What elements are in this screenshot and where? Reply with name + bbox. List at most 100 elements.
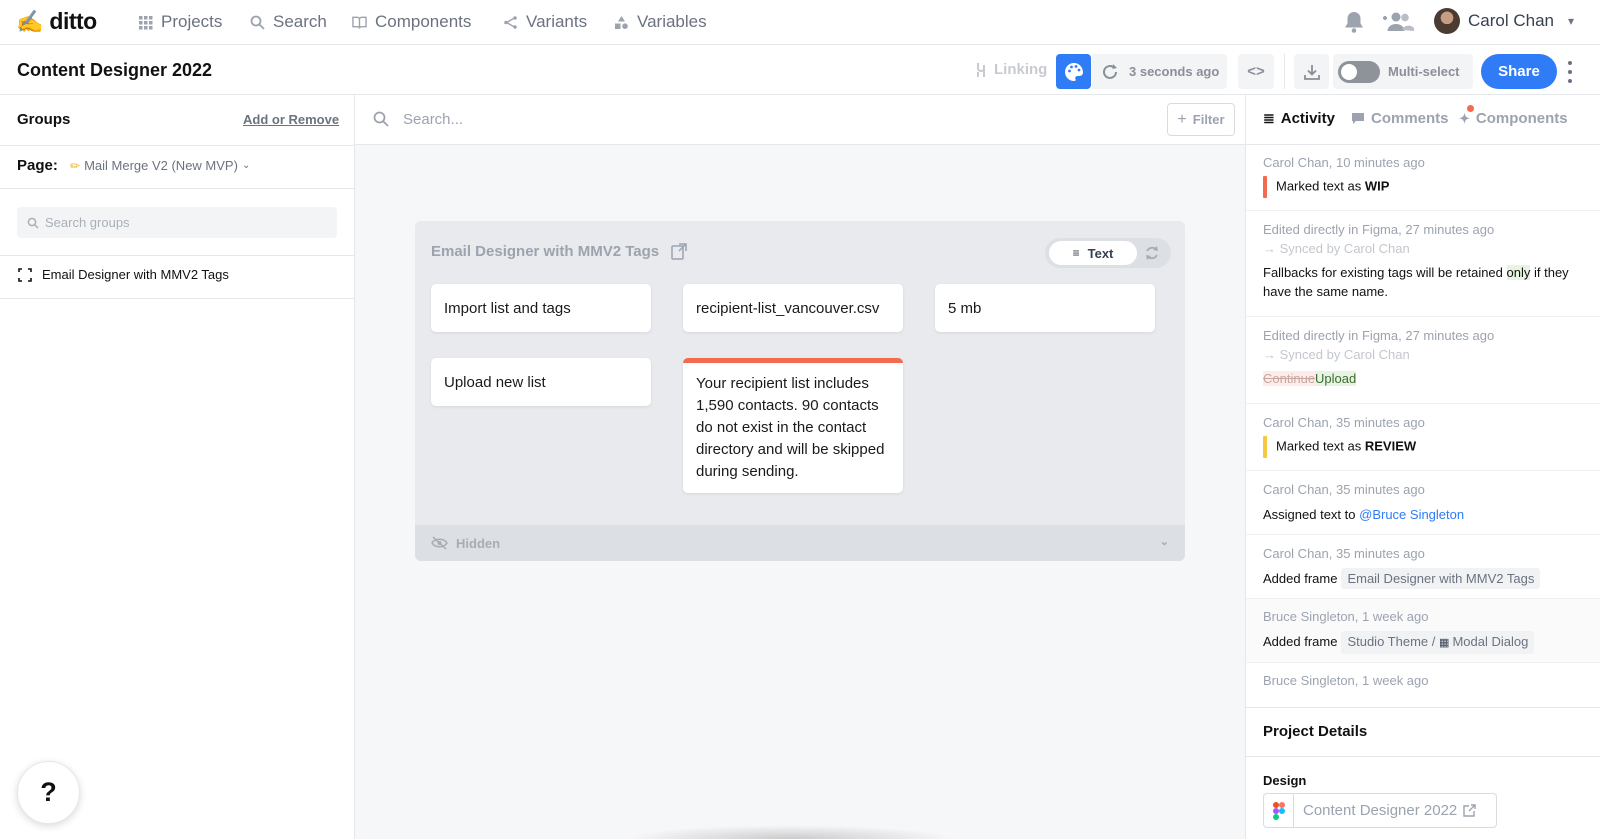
open-frame-icon[interactable] [671,243,687,260]
status-label: REVIEW [1364,438,1417,454]
share-button[interactable]: Share [1481,54,1557,89]
palette-icon [1064,62,1083,81]
activity-body: Assigned text to @Bruce Singleton [1263,505,1464,524]
tab-activity[interactable]: ≣ Activity [1263,110,1335,127]
frame-icon [18,267,32,282]
frame-title: Email Designer with MMV2 Tags [431,243,687,260]
nav-variables[interactable]: Variables [614,12,707,32]
code-button[interactable]: <> [1238,54,1274,89]
activity-item[interactable]: Carol Chan, 35 minutes ago Marked text a… [1246,404,1600,471]
panel-tabs: ≣ Activity Comments ✦ Components [1246,95,1600,145]
refresh-icon [1103,63,1117,79]
activity-meta: Edited directly in Figma, 27 minutes ago [1263,222,1495,237]
tab-comments[interactable]: Comments [1351,110,1449,127]
groups-title: Groups [17,111,71,128]
text-lines-icon: ≡ [1072,246,1080,260]
sync-status[interactable]: 3 seconds ago [1092,54,1227,89]
sync-icon[interactable] [1143,244,1161,262]
activity-item[interactable]: Edited directly in Figma, 27 minutes ago… [1246,211,1600,317]
activity-item[interactable]: Edited directly in Figma, 27 minutes ago… [1246,317,1600,404]
export-button[interactable] [1294,54,1329,89]
hidden-section[interactable]: Hidden ⌄ [415,525,1185,561]
top-nav: ✍ ditto Projects Search Components Varia… [0,0,1600,45]
frame-tag[interactable]: Email Designer with MMV2 Tags [1341,568,1541,589]
activity-item[interactable]: Carol Chan, 35 minutes ago Assigned text… [1246,471,1600,535]
filter-label: Filter [1192,112,1225,127]
page-select[interactable]: ✏ Mail Merge V2 (New MVP) ⌄ [70,158,250,173]
text-view-option[interactable]: ≡ Text [1049,241,1137,265]
groups-panel: Groups Add or Remove Page: ✏ Mail Merge … [0,95,355,839]
text-view-label: Text [1087,245,1114,261]
search-icon [373,111,389,127]
logo[interactable]: ✍ ditto [16,8,97,35]
search-icon [27,217,39,229]
component-icon: ✦ [1459,104,1474,127]
activity-item[interactable]: Bruce Singleton, 1 week ago Added frame S… [1246,599,1600,663]
multi-select-toggle[interactable]: Multi-select [1333,54,1473,89]
design-label: Design [1263,773,1307,788]
status-bar [1263,176,1267,198]
user-menu[interactable]: Carol Chan ▾ [1434,8,1574,34]
activity-item[interactable]: Bruce Singleton, 1 week ago [1246,663,1600,696]
divider [0,298,355,299]
plus-icon: + [1177,110,1187,128]
group-item[interactable]: Email Designer with MMV2 Tags [18,267,229,282]
activity-text: Marked text as [1276,438,1365,454]
help-button[interactable]: ? [17,761,80,824]
add-remove-link[interactable]: Add or Remove [243,112,339,127]
tab-components[interactable]: ✦ Components [1459,104,1568,127]
design-name-text: Content Designer 2022 [1303,802,1458,819]
pen-hand-icon: ✍ [16,8,44,34]
tab-label: Comments [1371,110,1449,127]
text-search-bar[interactable]: Search... + Filter [355,95,1245,145]
palette-button[interactable] [1056,54,1091,89]
chevron-down-icon[interactable]: ⌄ [1160,535,1169,548]
avatar [1434,8,1460,34]
text-item-card-wip[interactable]: Your recipient list includes 1,590 conta… [683,358,903,493]
activity-body: Marked text as WIP [1263,176,1389,198]
tab-label: Components [1475,110,1568,127]
user-mention[interactable]: @Bruce Singleton [1359,507,1464,522]
sync-time: 3 seconds ago [1129,64,1220,79]
code-icon: <> [1247,63,1265,80]
linking-label: Linking [994,61,1048,78]
text-item-card[interactable]: recipient-list_vancouver.csv [683,284,903,332]
text-item-card[interactable]: Upload new list [431,358,651,406]
activity-feed: Carol Chan, 10 minutes ago Marked text a… [1246,146,1600,696]
view-toggle[interactable]: ≡ Text [1045,238,1171,268]
project-details-title: Project Details [1263,723,1368,740]
download-icon [1303,64,1320,80]
frame-card[interactable]: Email Designer with MMV2 Tags ≡ Text Imp… [415,221,1185,561]
book-icon [352,16,367,29]
frame-tag[interactable]: Studio Theme / ▦ Modal Dialog [1341,631,1535,654]
activity-item[interactable]: Carol Chan, 10 minutes ago Marked text a… [1246,146,1600,211]
chevron-down-icon: ▾ [1568,14,1575,28]
page-title: Content Designer 2022 [17,60,213,80]
group-item-label: Email Designer with MMV2 Tags [42,267,229,282]
toggle-switch[interactable] [1338,60,1380,83]
branch-icon [504,15,517,29]
filter-button[interactable]: + Filter [1167,103,1235,136]
design-link[interactable]: Content Designer 2022 [1263,793,1497,828]
activity-meta: Carol Chan, 35 minutes ago [1263,415,1425,430]
shapes-icon [615,15,628,29]
project-header: Content Designer 2022 Linking 3 seconds … [0,45,1600,95]
nav-projects[interactable]: Projects [138,12,222,32]
bell-icon[interactable] [1343,10,1365,39]
activity-item[interactable]: Carol Chan, 35 minutes ago Added frame Em… [1246,535,1600,599]
link-icon [977,62,985,77]
nav-search[interactable]: Search [250,12,327,32]
project-details: Project Details Design Content Designer … [1246,707,1600,828]
add-users-icon[interactable] [1379,10,1415,39]
activity-meta: Carol Chan, 35 minutes ago [1263,546,1425,561]
component-grid-icon: ▦ [1438,637,1453,649]
linking-button[interactable]: Linking [975,61,1047,78]
search-placeholder: Search... [403,111,464,128]
more-options-icon[interactable] [1566,61,1574,83]
nav-variants[interactable]: Variants [503,12,587,32]
search-groups-input[interactable]: Search groups [17,207,337,238]
nav-components[interactable]: Components [352,12,471,32]
external-link-icon [1463,804,1476,817]
text-item-card[interactable]: 5 mb [935,284,1155,332]
text-item-card[interactable]: Import list and tags [431,284,651,332]
